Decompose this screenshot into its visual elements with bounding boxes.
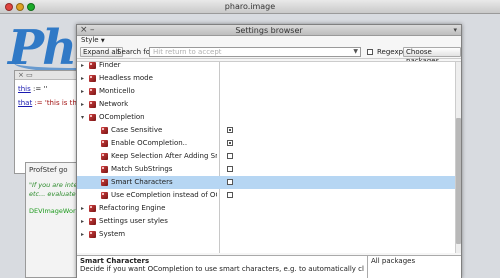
tree-row[interactable]: Enable OCompletion.. (77, 137, 455, 150)
choose-packages-button[interactable]: Choose packages (403, 47, 461, 65)
tree-row-label: Match SubStrings (111, 165, 173, 173)
tree-row-label: Use eCompletion instead of OCompletio (111, 191, 217, 199)
tree-row[interactable]: Match SubStrings (77, 163, 455, 176)
chevron-right-icon[interactable]: ▸ (81, 98, 84, 111)
search-history-icon[interactable]: ▼ (353, 48, 358, 56)
tree-row[interactable]: Use eCompletion instead of OCompletio (77, 189, 455, 202)
package-icon (89, 62, 96, 69)
app-titlebar: pharo.image (0, 0, 500, 14)
setting-value-checkbox[interactable] (227, 140, 233, 146)
chevron-down-icon: ▼ (100, 38, 105, 44)
app-title: pharo.image (224, 2, 276, 11)
tree-row[interactable]: ▸ Settings user styles (77, 215, 455, 228)
tree-row-label: Network (99, 100, 129, 108)
setting-value-checkbox[interactable] (227, 179, 233, 185)
setting-icon (101, 127, 108, 134)
workspace-line-1[interactable]: this := '' (18, 85, 47, 93)
chevron-right-icon[interactable]: ▸ (81, 215, 84, 228)
tree-row[interactable]: Keep Selection After Adding Smart Char (77, 150, 455, 163)
all-packages-item[interactable]: All packages (371, 257, 415, 265)
regexp-checkbox[interactable] (367, 49, 373, 55)
description-title: Smart Characters (80, 257, 150, 265)
setting-icon (101, 192, 108, 199)
tree-row-label: Case Sensitive (111, 126, 163, 134)
chevron-right-icon[interactable]: ▸ (81, 62, 84, 72)
scrollbar-thumb[interactable] (456, 118, 461, 244)
settings-titlebar[interactable]: × – Settings browser ▾ (77, 25, 461, 36)
chevron-down-icon[interactable]: ▾ (81, 111, 84, 124)
tree-row-label: Finder (99, 61, 121, 69)
workspace-var-that: that (18, 99, 33, 107)
style-menu[interactable]: Style ▼ (77, 36, 461, 45)
tree-row[interactable]: Smart Characters (77, 176, 455, 189)
settings-toolbar: Expand all Search for: Hit return to acc… (77, 45, 461, 65)
profstef-link[interactable]: DEVImageWorks (29, 207, 83, 215)
setting-value-checkbox[interactable] (227, 153, 233, 159)
package-icon (89, 75, 96, 82)
description-text: Decide if you want OCompletion to use sm… (80, 265, 364, 273)
window-menu-icon[interactable]: ▾ (453, 26, 457, 34)
package-icon (89, 218, 96, 225)
regexp-label: Regexp (377, 48, 404, 56)
setting-icon (101, 140, 108, 147)
tree-row[interactable]: Case Sensitive (77, 124, 455, 137)
settings-tree[interactable]: ▸ Finder ▸ Headless mode ▸ Monticello ▸ Network… (77, 61, 461, 253)
package-icon (89, 114, 96, 121)
tree-row[interactable]: ▸ System (77, 228, 455, 241)
package-icon (89, 88, 96, 95)
workspace-var-this: this (18, 85, 31, 93)
description-panel: Smart Characters Decide if you want OCom… (77, 255, 367, 278)
settings-title: Settings browser (235, 26, 303, 35)
tree-row[interactable]: ▸ Monticello (77, 85, 455, 98)
tree-row-label: OCompletion (99, 113, 145, 121)
tree-row-label: Settings user styles (99, 217, 168, 225)
package-icon (89, 231, 96, 238)
setting-value-checkbox[interactable] (227, 127, 233, 133)
tree-row[interactable]: ▸ Finder (77, 61, 455, 72)
package-icon (89, 101, 96, 108)
chevron-right-icon[interactable]: ▸ (81, 85, 84, 98)
tree-row[interactable]: ▸ Network (77, 98, 455, 111)
tree-row-label: Monticello (99, 87, 135, 95)
workspace-assign-1: := '' (30, 85, 48, 93)
tree-row[interactable]: ▸ Refactoring Engine (77, 202, 455, 215)
tree-row-label: Headless mode (99, 74, 153, 82)
tree-row-label: Smart Characters (111, 178, 173, 186)
setting-icon (101, 153, 108, 160)
profstef-text-2: etc... evaluate" (29, 190, 79, 198)
setting-icon (101, 179, 108, 186)
packages-panel[interactable]: All packages (367, 255, 461, 278)
tree-row-label: Refactoring Engine (99, 204, 166, 212)
vertical-scrollbar[interactable] (455, 62, 461, 253)
chevron-right-icon[interactable]: ▸ (81, 202, 84, 215)
search-placeholder: Hit return to accept (153, 48, 222, 56)
tree-row-label: Keep Selection After Adding Smart Char (111, 152, 217, 160)
setting-icon (101, 166, 108, 173)
setting-value-checkbox[interactable] (227, 166, 233, 172)
search-input[interactable]: Hit return to accept ▼ (149, 47, 361, 57)
tree-row-label: Enable OCompletion.. (111, 139, 188, 147)
profstef-title: ProfStef go (29, 166, 68, 174)
tree-row[interactable]: ▸ Headless mode (77, 72, 455, 85)
settings-browser-window[interactable]: × – Settings browser ▾ Style ▼ Expand al… (76, 24, 462, 278)
style-label: Style (81, 36, 99, 44)
package-icon (89, 205, 96, 212)
chevron-right-icon[interactable]: ▸ (81, 228, 84, 241)
chevron-right-icon[interactable]: ▸ (81, 72, 84, 85)
setting-value-checkbox[interactable] (227, 192, 233, 198)
tree-row[interactable]: ▾ OCompletion (77, 111, 455, 124)
tree-row-label: System (99, 230, 126, 238)
